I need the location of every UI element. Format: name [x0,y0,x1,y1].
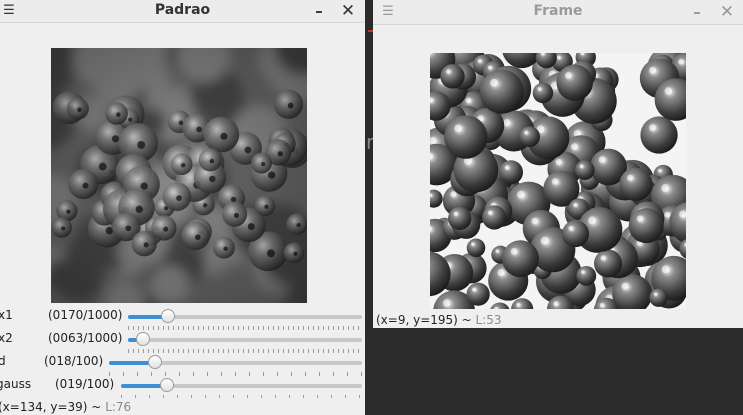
frame-image-canvas [430,53,686,309]
trackbar-x1-value: (0170/1000) [48,308,123,322]
trackbar-x1-label: x1 [0,308,13,322]
trackbar-gauss: gauss (019/100) [0,375,365,399]
frame-window: ☰ Frame – ✕ (x=9, y=195) ~ L:53 [373,0,743,328]
trackbar-x2-handle[interactable] [135,332,150,346]
trackbar-gauss-value: (019/100) [55,377,115,391]
trackbar-d-handle[interactable] [147,355,162,369]
padrao-status-coords: (x=134, y=39) ~ [0,400,102,414]
trackbar-x1-handle[interactable] [160,309,175,323]
frame-status-luma: L:53 [475,313,502,327]
trackbar-d-label: d [0,354,6,368]
padrao-image[interactable] [51,48,307,303]
minimize-icon[interactable]: – [310,0,328,22]
trackbar-x2: x2 (0063/1000) [0,329,365,353]
minimize-icon[interactable]: – [688,1,706,23]
trackbar-x2-value: (0063/1000) [48,331,123,345]
frame-status-coords: (x=9, y=195) ~ [376,313,472,327]
frame-statusbar: (x=9, y=195) ~ L:53 [376,311,743,328]
trackbar-d: d (018/100) [0,352,365,376]
close-icon[interactable]: ✕ [718,1,736,23]
padrao-window: ☰ Padrao – ✕ x1 (0170/1000) x2 (0063/100… [0,0,365,415]
padrao-statusbar: (x=134, y=39) ~ L:76 [0,398,365,415]
padrao-titlebar[interactable]: ☰ Padrao – ✕ [0,0,365,23]
padrao-image-canvas [51,48,307,303]
trackbar-x1: x1 (0170/1000) [0,306,365,330]
trackbar-d-value: (018/100) [44,354,104,368]
trackbar-x2-label: x2 [0,331,13,345]
padrao-status-luma: L:76 [105,400,132,414]
frame-titlebar[interactable]: ☰ Frame – ✕ [373,0,743,25]
trackbar-gauss-label: gauss [0,377,32,391]
close-icon[interactable]: ✕ [339,0,357,22]
frame-image[interactable] [430,53,686,309]
trackbar-gauss-handle[interactable] [159,378,174,392]
